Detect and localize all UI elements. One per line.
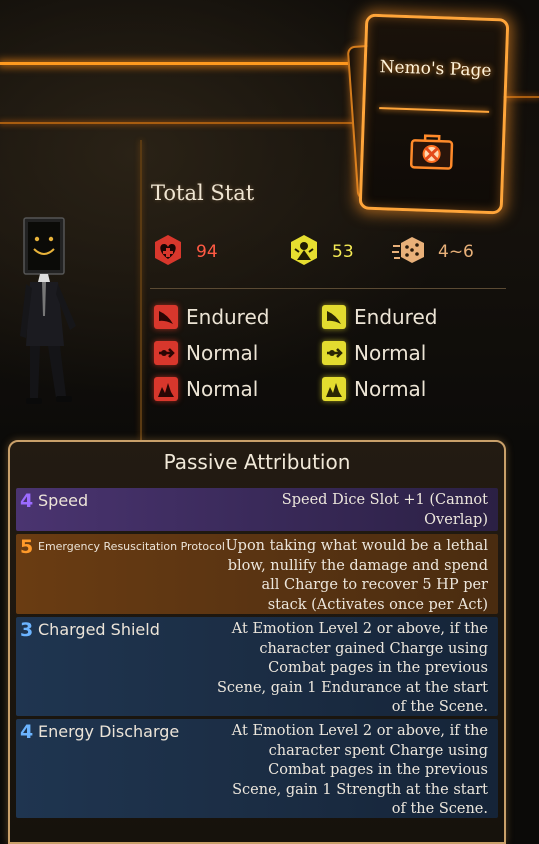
blunt-resist-icon <box>322 377 346 401</box>
passive-panel-title: Passive Attribution <box>163 450 351 474</box>
pierce-resist-icon <box>322 341 346 365</box>
slash-resist-icon <box>154 305 178 329</box>
passive-item-energy-discharge[interactable]: 4 Energy Discharge At Emotion Level 2 or… <box>16 719 498 818</box>
stagger-resist-icon <box>288 234 320 270</box>
resist-label: Endured <box>354 305 438 329</box>
character-sprite <box>18 216 118 416</box>
heart-plus-icon <box>152 234 184 270</box>
hp-value: 94 <box>196 242 218 262</box>
stagger-value: 53 <box>332 242 354 262</box>
page-title: Nemo's Page <box>379 57 492 81</box>
frame-line-top <box>0 62 364 65</box>
blunt-resist-icon <box>154 377 178 401</box>
passive-item-speed[interactable]: 4 Speed Speed Dice Slot +1 (Cannot Overl… <box>16 488 498 531</box>
hp-blunt-resist: Normal <box>154 377 258 401</box>
passive-cost: 5 <box>20 536 34 558</box>
resist-label: Normal <box>354 377 427 401</box>
stagger-slash-resist: Endured <box>322 305 437 329</box>
stagger-stat: 53 <box>288 234 354 270</box>
stagger-blunt-resist: Normal <box>322 377 426 401</box>
pierce-resist-icon <box>154 341 178 365</box>
hp-slash-resist: Endured <box>154 305 269 329</box>
passive-item-charged-shield[interactable]: 3 Charged Shield At Emotion Level 2 or a… <box>16 617 498 716</box>
resist-label: Normal <box>354 341 427 365</box>
frame-line-vertical <box>140 140 142 440</box>
resist-label: Endured <box>186 305 270 329</box>
total-stat-heading: Total Stat <box>151 181 255 205</box>
passive-item-emergency-resuscitation[interactable]: 5 Emergency Resuscitation Protocol Upon … <box>16 534 498 614</box>
resist-label: Normal <box>186 341 259 365</box>
passive-name: Energy Discharge <box>38 722 180 741</box>
passive-name: Speed <box>38 491 89 510</box>
passive-cost: 3 <box>20 619 34 641</box>
speed-stat: 4~6 <box>392 234 474 270</box>
key-page-card[interactable]: Nemo's Page <box>358 13 510 215</box>
slash-resist-icon <box>322 305 346 329</box>
resist-label: Normal <box>186 377 259 401</box>
passive-description: Upon taking what would be a lethal blow,… <box>225 538 488 613</box>
passive-description: At Emotion Level 2 or above, if the char… <box>217 621 488 715</box>
hp-pierce-resist: Normal <box>154 341 258 365</box>
hp-stat: 94 <box>152 234 218 270</box>
passive-cost: 4 <box>20 721 34 743</box>
passive-description: At Emotion Level 2 or above, if the char… <box>231 723 488 817</box>
passive-name: Charged Shield <box>38 620 160 639</box>
passive-description: Speed Dice Slot +1 (Cannot Overlap) <box>281 492 488 528</box>
stagger-pierce-resist: Normal <box>322 341 426 365</box>
passive-name: Emergency Resuscitation Protocol <box>38 540 225 553</box>
speed-dice-icon <box>392 234 426 270</box>
speed-value: 4~6 <box>438 242 474 262</box>
frame-line-mid <box>0 122 364 124</box>
stat-divider <box>150 288 506 289</box>
page-divider <box>379 107 490 113</box>
first-aid-kit-icon <box>408 130 456 176</box>
passive-panel: Passive Attribution 4 Speed Speed Dice S… <box>8 440 506 844</box>
passive-cost: 4 <box>20 490 34 512</box>
